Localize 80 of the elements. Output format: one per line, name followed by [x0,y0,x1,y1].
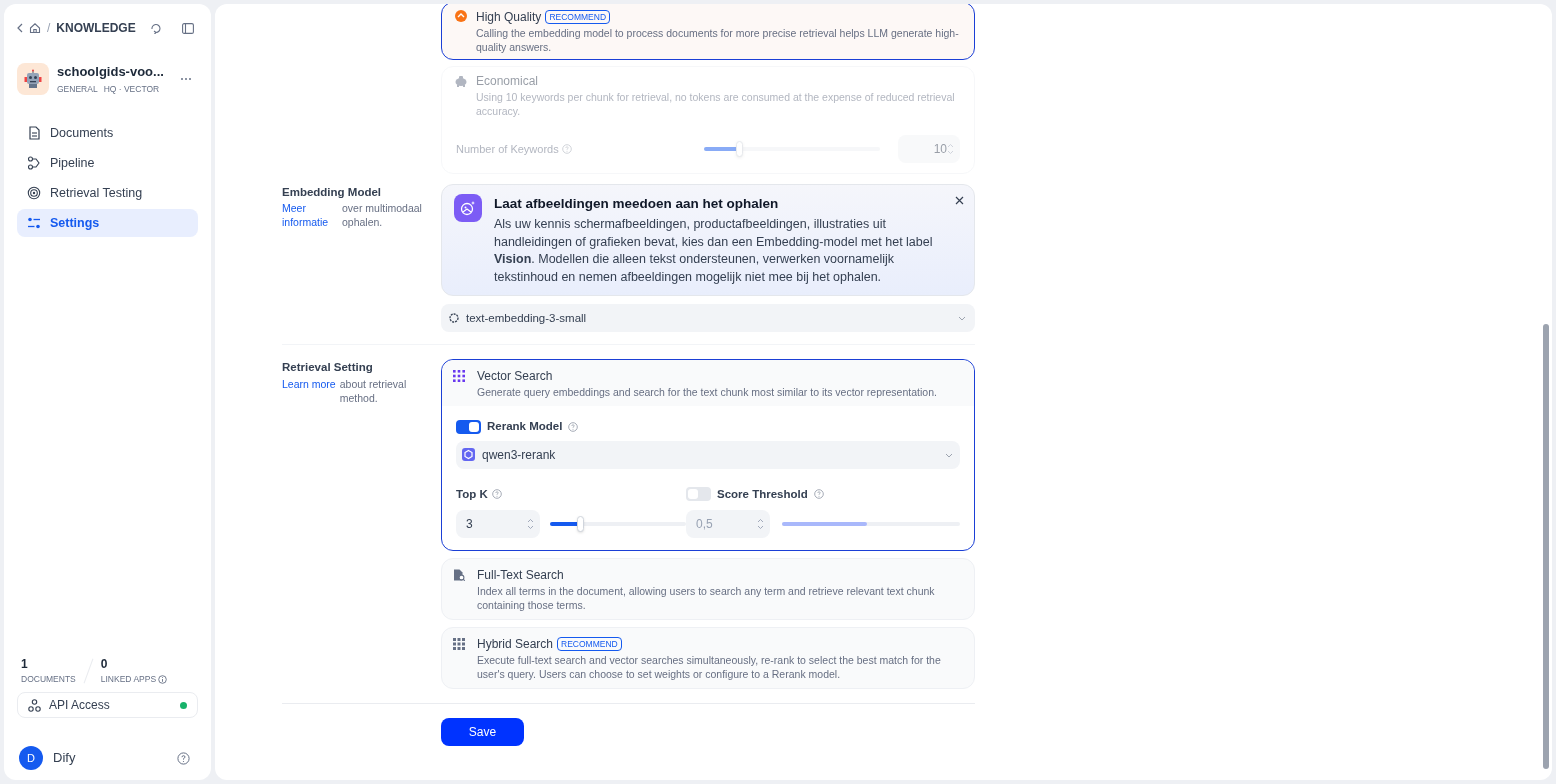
rerank-toggle[interactable] [456,419,481,434]
user-avatar: D [19,746,43,770]
section-label: Embedding Model [282,185,383,200]
home-icon [29,22,41,34]
score-threshold-toggle[interactable] [686,487,711,502]
more-icon [180,76,192,81]
option-title: High Quality [476,9,542,26]
option-description: Execute full-text search and vector searches simultaneously, re-rank to select the best match for the user's query. Users can choose to set weights or configure to a Rerank model. [477,652,942,681]
option-description: Calling the embedding model to process documents for more precise retrieval helps LLM generate high-quality answers. [476,26,960,54]
help-icon [561,144,572,154]
back-icon [17,23,23,33]
help-icon [177,751,190,765]
user-name: Dify [53,749,77,768]
retrieval-method-option[interactable]: Full-Text Search Index all terms in the document, allowing users to search any term and retrieve relevant text chunk containing those terms. [441,557,975,620]
api-access-button[interactable]: API Access [17,692,198,718]
save-button[interactable]: Save [441,717,524,746]
banner-title: Laat afbeeldingen meedoen aan het ophalen [494,195,780,213]
nav-item[interactable]: Documents [17,119,198,148]
retrieval-method-option[interactable]: Vector Search Generate query embeddings and search for the text chunk most similar to its vector representation. Rerank Model qwen3-rerank Top K 3 Score Threshold 0,5 [441,359,975,551]
dataset-tag: GENERAL [57,82,98,96]
help-icon [813,489,824,500]
grid-icon [453,370,465,383]
model-select[interactable]: text-embedding-3-small [441,304,975,333]
close-icon [954,195,964,205]
learn-more-link[interactable]: Learn more [282,376,336,405]
dataset-name: schoolgids-voo... [57,63,165,81]
stat-label: LINKED APPS [100,673,157,686]
document-icon [27,126,41,141]
recommend-badge: RECOMMEND [557,636,622,651]
nav-item[interactable]: Retrieval Testing [17,179,198,208]
breadcrumb-separator: / [47,20,51,37]
sync-icon [150,22,162,34]
stat-value: 0 [100,656,109,674]
option-description: Generate query embeddings and search for the text chunk most similar to its vector representation. [477,385,938,400]
robot-icon [23,68,43,89]
option-title: Full-Text Search [477,566,564,584]
help-icon [491,489,502,500]
info-icon [158,675,168,685]
retrieval-method-option[interactable] [441,626,975,689]
model-logo-icon [449,313,459,324]
score-threshold-label: Score Threshold [717,486,808,502]
slider-track[interactable] [550,515,686,532]
stat-value: 1 [21,656,29,674]
rerank-model-select[interactable]: qwen3-rerank [456,440,960,469]
breadcrumb-title: KNOWLEDGE [56,20,137,37]
sliders-icon [27,216,41,231]
number-field[interactable]: 3 [456,509,540,538]
nav-item[interactable]: Pipeline [17,149,198,178]
nodes-icon [28,698,41,712]
dataset-tag: HQ · VECTOR [103,82,160,96]
sidebar-toggle-icon [182,22,194,34]
target-icon [27,186,41,201]
recommend-badge: RECOMMEND [545,10,611,24]
index-method-option[interactable]: High Quality RECOMMEND Calling the embedding model to process documents for more precise retrieval helps LLM generate high-quality answers. [441,4,975,60]
option-description: Index all terms in the document, allowing users to search any term and retrieve relevant text chunk containing those terms. [477,583,936,612]
top-k-label: Top K [456,486,488,502]
learn-more-link[interactable]: Meer informatie [282,201,338,230]
stepper-icon [527,517,534,530]
keywords-label: Number of Keywords [456,141,559,157]
rerank-label: Rerank Model [487,419,563,435]
option-title: Economical [476,73,539,90]
stat-label: DOCUMENTS [21,673,76,686]
scrollbar[interactable] [1543,324,1549,769]
option-title: Vector Search [477,368,553,386]
section-description: about retrieval method. [338,376,408,405]
banner-text: Als uw kennis schermafbeeldingen, productafbeeldingen, illustraties uit handleidingen of grafieken bevat, kies dan een Embedding-model met het label Vision. Modellen die alleen tekst ondersteunen, verwerken voornamelijk tekstinhoud en nemen afbeeldingen mogelijk niet mee bij het ophalen. [494,216,934,286]
pipeline-icon [27,156,41,171]
stepper-icon [947,143,954,155]
model-logo-icon [462,448,475,461]
section-label: Retrieval Setting [282,360,374,376]
section-description: over multimodaal ophalen. [341,201,423,230]
document-search-icon [453,568,465,581]
option-title: Hybrid Search [477,635,554,653]
help-icon [568,421,579,432]
option-description: Using 10 keywords per chunk for retrieval, no tokens are consumed at the expense of reduced retrieval accuracy. [476,90,956,118]
grid-icon [453,637,465,650]
slider-thumb[interactable] [576,515,584,532]
stepper-icon [757,517,764,530]
image-sparkle-icon [460,200,476,216]
nav-item[interactable]: Settings [17,209,198,238]
